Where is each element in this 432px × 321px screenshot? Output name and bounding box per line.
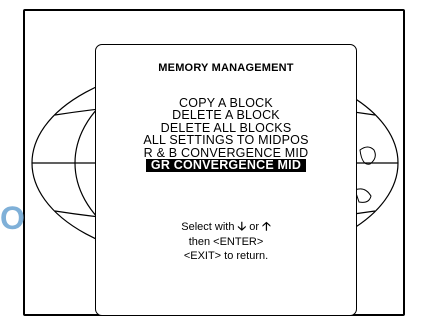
memory-management-dialog: MEMORY MANAGEMENT COPY A BLOCK DELETE A … (95, 44, 357, 316)
watermark-glyph: O (0, 200, 25, 236)
menu-item-all-settings-midpos[interactable]: ALL SETTINGS TO MIDPOS (96, 134, 356, 147)
help-line-1: Select with 🡣 or 🡡 (96, 219, 356, 235)
menu-list: COPY A BLOCK DELETE A BLOCK DELETE ALL B… (96, 97, 356, 173)
up-arrow-icon: 🡡 (262, 219, 271, 233)
help-or: or (249, 221, 260, 233)
help-line-2: then <ENTER> (188, 235, 264, 248)
down-arrow-icon: 🡣 (237, 219, 247, 233)
dialog-title: MEMORY MANAGEMENT (158, 62, 294, 74)
help-text: Select with 🡣 or 🡡 then <ENTER> <EXIT> t… (96, 219, 356, 264)
menu-item-delete-block[interactable]: DELETE A BLOCK (96, 109, 356, 122)
help-select-with: Select with (181, 221, 235, 233)
menu-item-gr-convergence-mid[interactable]: GR CONVERGENCE MID (145, 159, 307, 173)
help-line-3: <EXIT> to return. (183, 250, 269, 262)
